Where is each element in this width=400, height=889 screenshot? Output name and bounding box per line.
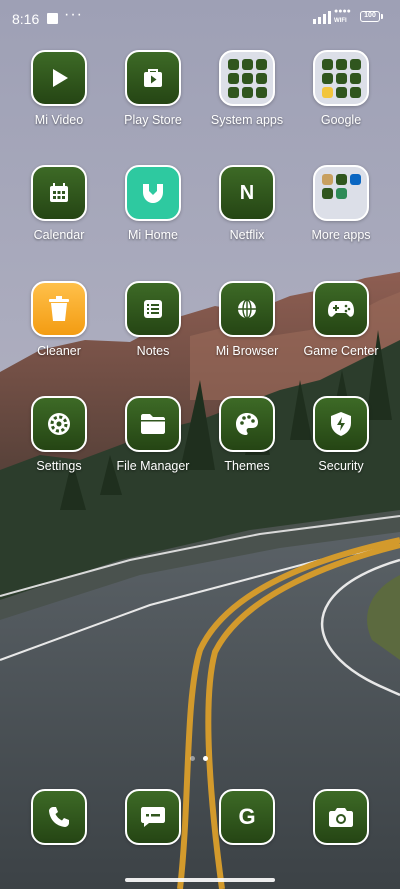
app-security[interactable]: Security [299, 396, 383, 473]
app-label: Netflix [229, 228, 265, 242]
folder-icon [313, 165, 369, 221]
shield-icon [313, 396, 369, 452]
google-glyph: G [238, 804, 256, 829]
message-icon [125, 789, 181, 845]
battery-icon: 100 [360, 11, 380, 22]
app-label: System apps [210, 113, 284, 127]
dock-phone[interactable] [17, 789, 101, 845]
app-label: Settings [36, 459, 82, 473]
app-game-center[interactable]: Game Center [299, 281, 383, 358]
app-label: Themes [224, 459, 270, 473]
folder-icon [219, 50, 275, 106]
home-gesture-bar[interactable] [125, 878, 275, 882]
notes-icon [125, 281, 181, 337]
trash-icon [31, 281, 87, 337]
status-bar: 8:16 ··· ●●●● WIFI 100 [0, 0, 400, 36]
app-label: Mi Video [34, 113, 84, 127]
app-label: Notes [136, 344, 170, 358]
wifi-label: WIFI [334, 18, 347, 24]
folder-google[interactable]: Google [299, 50, 383, 127]
app-netflix[interactable]: N Netflix [205, 165, 289, 242]
app-label: File Manager [116, 459, 190, 473]
google-icon: G [219, 789, 275, 845]
home-screen: 8:16 ··· ●●●● WIFI 100 Mi Video Play Sto… [0, 0, 400, 889]
dock-camera[interactable] [299, 789, 383, 845]
folder-system-apps[interactable]: System apps [205, 50, 289, 127]
dock-messages[interactable] [111, 789, 195, 845]
battery-tip [381, 14, 383, 19]
notification-square-icon [47, 13, 58, 24]
app-label: More apps [311, 228, 371, 242]
netflix-glyph: N [239, 181, 255, 204]
signal-icon [313, 11, 331, 24]
netflix-icon: N [219, 165, 275, 221]
app-file-manager[interactable]: File Manager [111, 396, 195, 473]
app-cleaner[interactable]: Cleaner [17, 281, 101, 358]
phone-icon [31, 789, 87, 845]
play-store-icon [125, 50, 181, 106]
palette-icon [219, 396, 275, 452]
gamepad-icon [313, 281, 369, 337]
app-label: Security [318, 459, 364, 473]
app-label: Play Store [124, 113, 182, 127]
gear-icon [31, 396, 87, 452]
app-themes[interactable]: Themes [205, 396, 289, 473]
app-notes[interactable]: Notes [111, 281, 195, 358]
app-mi-browser[interactable]: Mi Browser [205, 281, 289, 358]
app-mi-home[interactable]: Mi Home [111, 165, 195, 242]
app-mi-video[interactable]: Mi Video [17, 50, 101, 127]
notification-more-icon: ··· [64, 6, 83, 23]
battery-level: 100 [364, 12, 376, 19]
app-label: Cleaner [37, 344, 81, 358]
page-dot-active[interactable] [203, 756, 208, 761]
app-label: Game Center [303, 344, 379, 358]
calendar-icon [31, 165, 87, 221]
app-label: Calendar [33, 228, 85, 242]
file-manager-icon [125, 396, 181, 452]
status-time: 8:16 [12, 11, 40, 27]
folder-icon [313, 50, 369, 106]
app-settings[interactable]: Settings [17, 396, 101, 473]
play-icon [31, 50, 87, 106]
globe-icon [219, 281, 275, 337]
app-label: Mi Browser [215, 344, 279, 358]
app-label: Google [320, 113, 362, 127]
camera-icon [313, 789, 369, 845]
app-calendar[interactable]: Calendar [17, 165, 101, 242]
dock-google[interactable]: G [205, 789, 289, 845]
app-play-store[interactable]: Play Store [111, 50, 195, 127]
mi-home-icon [125, 165, 181, 221]
app-label: Mi Home [127, 228, 178, 242]
page-dot[interactable] [190, 756, 195, 761]
wifi-icon: ●●●● WIFI [334, 8, 351, 24]
folder-more-apps[interactable]: More apps [299, 165, 383, 242]
